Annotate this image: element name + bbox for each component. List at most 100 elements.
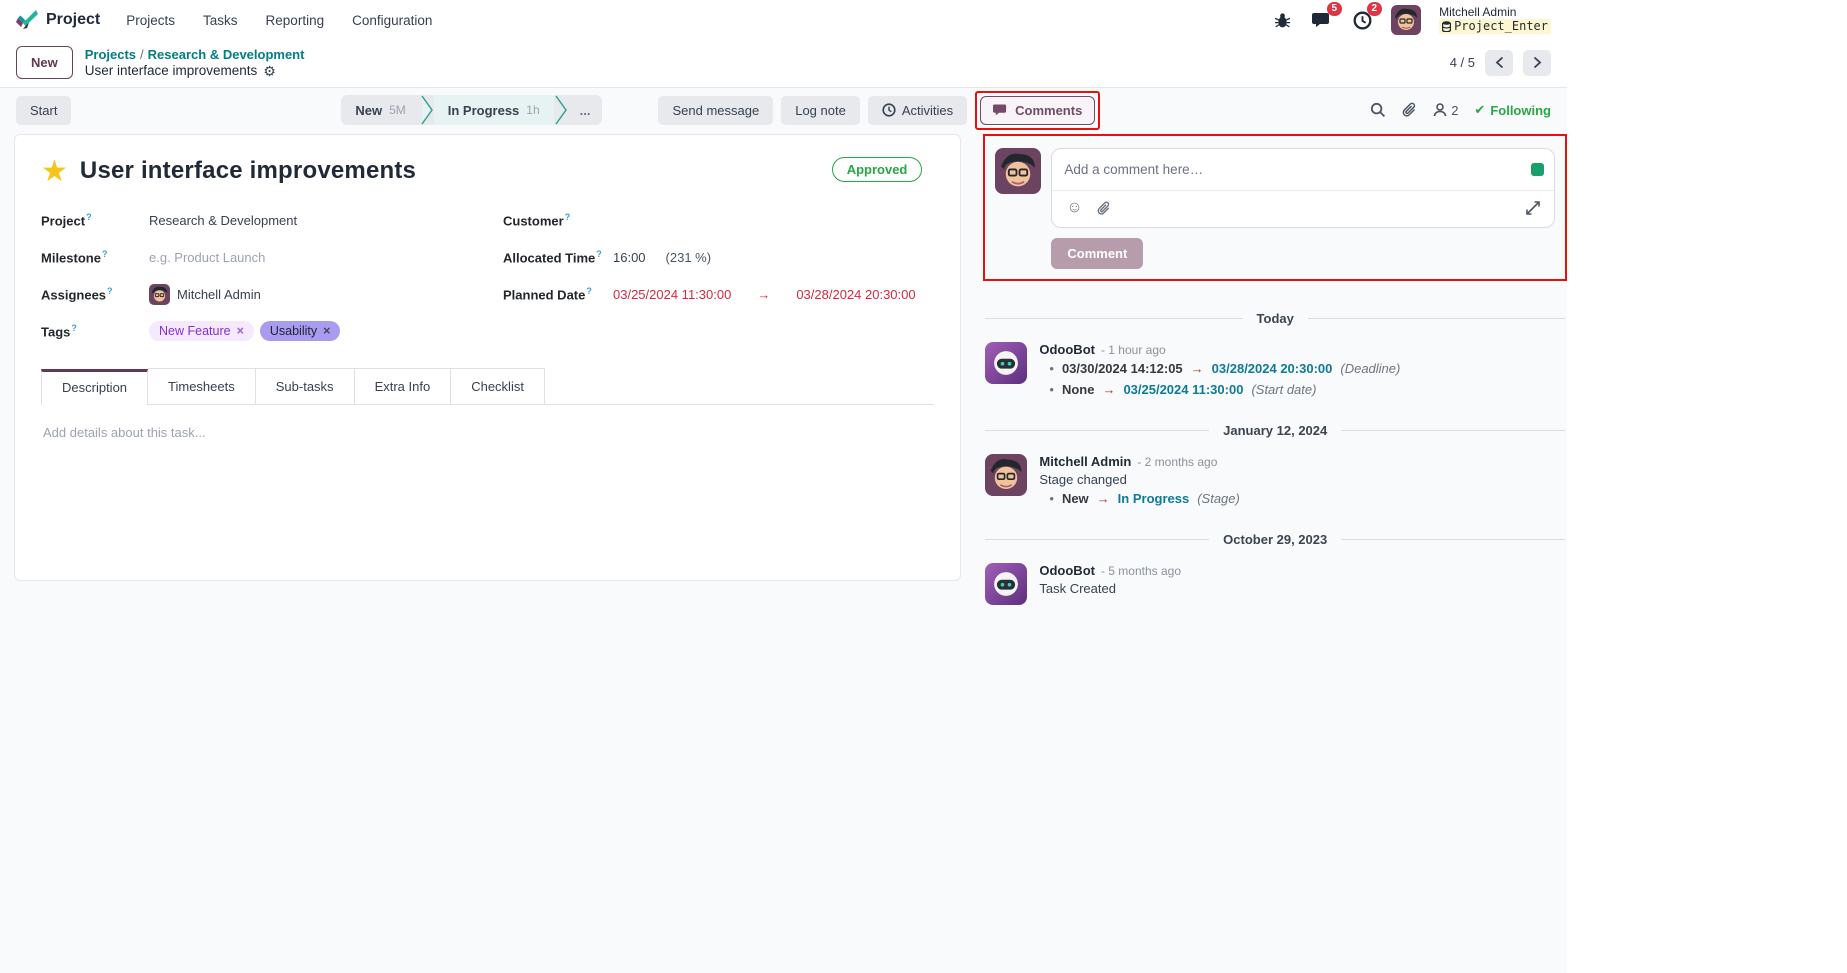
field-project: Project? Research & Development bbox=[41, 209, 503, 231]
emoji-icon[interactable]: ☺ bbox=[1066, 199, 1082, 217]
priority-star-icon[interactable]: ★ bbox=[41, 157, 68, 187]
menu-tasks[interactable]: Tasks bbox=[203, 13, 238, 28]
arrow-right-icon: → bbox=[757, 286, 771, 302]
help-icon: ? bbox=[564, 211, 571, 222]
breadcrumb-bar: New Projects / Research & Development User… bbox=[0, 40, 1567, 88]
send-message-button[interactable]: Send message bbox=[658, 95, 774, 125]
database-name: Project_Enter bbox=[1454, 19, 1548, 33]
annotation-composer-highlight: ☺ Comment bbox=[983, 134, 1567, 281]
help-icon: ? bbox=[101, 248, 108, 259]
breadcrumb-separator: / bbox=[140, 46, 144, 62]
start-timer-button[interactable]: Start bbox=[16, 95, 72, 125]
stage-arrow-icon bbox=[420, 95, 434, 125]
stage-bar: New 5M In Progress 1h ... bbox=[341, 95, 603, 125]
pager-next-button[interactable] bbox=[1523, 49, 1551, 76]
milestone-input[interactable]: e.g. Product Launch bbox=[149, 250, 265, 265]
field-allocated-time: Allocated Time? 16:00 (231 %) bbox=[503, 246, 934, 268]
attachments-icon[interactable] bbox=[1402, 102, 1417, 118]
allocated-time-value[interactable]: 16:00 bbox=[613, 250, 646, 265]
assignee-chip[interactable]: Mitchell Admin bbox=[149, 283, 261, 305]
expand-composer-icon[interactable] bbox=[1526, 201, 1540, 215]
breadcrumb: Projects / Research & Development User int… bbox=[85, 47, 305, 79]
following-button[interactable]: ✔ Following bbox=[1474, 102, 1551, 118]
comment-input[interactable] bbox=[1052, 149, 1531, 190]
message-author[interactable]: Mitchell Admin bbox=[1039, 454, 1131, 469]
tab-sub-tasks[interactable]: Sub-tasks bbox=[255, 368, 355, 404]
activities-clock-icon[interactable]: 2 bbox=[1351, 2, 1383, 31]
project-value[interactable]: Research & Development bbox=[149, 213, 297, 228]
debug-bug-icon[interactable] bbox=[1271, 9, 1293, 31]
stage-in-progress[interactable]: In Progress 1h bbox=[433, 95, 554, 125]
gear-icon[interactable]: ⚙ bbox=[263, 63, 276, 79]
tab-checklist[interactable]: Checklist bbox=[451, 368, 545, 404]
pager-previous-button[interactable] bbox=[1485, 49, 1513, 76]
help-icon: ? bbox=[596, 248, 602, 259]
field-planned-date: Planned Date? 03/25/2024 11:30:00 → 03/2… bbox=[503, 283, 934, 305]
activities-count-badge: 2 bbox=[1366, 2, 1383, 16]
tags-label: Tags? bbox=[41, 322, 77, 340]
task-title[interactable]: User interface improvements bbox=[80, 157, 416, 185]
tracking-change: • 03/30/2024 14:12:05 → 03/28/2024 20:30… bbox=[1049, 361, 1401, 376]
milestone-label: Milestone? bbox=[41, 248, 108, 266]
notebook-tabs: Description Timesheets Sub-tasks Extra I… bbox=[41, 368, 935, 405]
message-author[interactable]: OdooBot bbox=[1039, 342, 1095, 357]
message-body: Stage changed bbox=[1039, 472, 1127, 487]
app-window: Project Projects Tasks Reporting Configu… bbox=[0, 0, 1567, 973]
user-avatar[interactable] bbox=[1391, 5, 1422, 35]
arrow-right-icon: → bbox=[1190, 361, 1204, 376]
message-time: - 2 months ago bbox=[1137, 455, 1218, 469]
tab-extra-info[interactable]: Extra Info bbox=[354, 368, 452, 404]
log-note-button[interactable]: Log note bbox=[781, 95, 860, 125]
check-icon: ✔ bbox=[1474, 102, 1486, 117]
field-milestone: Milestone? e.g. Product Launch bbox=[41, 246, 503, 268]
breadcrumb-current-title: User interface improvements bbox=[84, 62, 258, 78]
activities-button[interactable]: Activities bbox=[867, 95, 968, 125]
attach-file-icon[interactable] bbox=[1097, 201, 1111, 216]
user-menu[interactable]: Mitchell Admin Project_Enter bbox=[1439, 6, 1551, 34]
breadcrumb-projects-link[interactable]: Projects bbox=[85, 47, 136, 62]
message-author[interactable]: OdooBot bbox=[1039, 563, 1095, 578]
planned-date-end[interactable]: 03/28/2024 20:30:00 bbox=[796, 287, 915, 302]
odoobot-avatar bbox=[985, 563, 1028, 605]
assignees-label: Assignees? bbox=[41, 285, 113, 303]
date-divider: Today bbox=[985, 311, 1566, 326]
new-button[interactable]: New bbox=[16, 46, 73, 79]
stage-new[interactable]: New 5M bbox=[341, 95, 419, 125]
help-icon: ? bbox=[107, 285, 113, 296]
mitchell-avatar bbox=[985, 454, 1028, 496]
odoobot-avatar bbox=[985, 342, 1028, 384]
message-time: - 5 months ago bbox=[1100, 564, 1182, 578]
messages-icon[interactable]: 5 bbox=[1311, 2, 1343, 31]
menu-configuration[interactable]: Configuration bbox=[352, 13, 432, 28]
search-messages-icon[interactable] bbox=[1370, 102, 1386, 118]
date-divider-label: Today bbox=[1256, 311, 1294, 326]
planned-date-start[interactable]: 03/25/2024 11:30:00 bbox=[613, 287, 731, 302]
tab-timesheets[interactable]: Timesheets bbox=[148, 368, 256, 404]
messages-count-badge: 5 bbox=[1326, 2, 1343, 16]
tag-remove-icon[interactable]: × bbox=[323, 324, 330, 338]
stage-new-duration: 5M bbox=[389, 103, 406, 117]
followers-count: 2 bbox=[1451, 102, 1459, 118]
help-icon: ? bbox=[586, 285, 592, 296]
message-body: Task Created bbox=[1039, 581, 1116, 596]
project-label: Project? bbox=[41, 211, 92, 229]
submit-comment-button[interactable]: Comment bbox=[1051, 238, 1144, 269]
main-menu: Projects Tasks Reporting Configuration bbox=[126, 13, 432, 28]
app-title[interactable]: Project bbox=[46, 11, 100, 29]
odoo-logo-icon[interactable] bbox=[16, 10, 38, 30]
breadcrumb-parent-link[interactable]: Research & Development bbox=[148, 47, 305, 62]
composer-avatar bbox=[995, 148, 1042, 194]
tag-new-feature[interactable]: New Feature × bbox=[149, 321, 254, 341]
description-input[interactable] bbox=[43, 425, 933, 575]
stage-more-button[interactable]: ... bbox=[568, 95, 603, 125]
menu-reporting[interactable]: Reporting bbox=[266, 13, 325, 28]
comments-button[interactable]: Comments bbox=[980, 95, 1096, 125]
menu-projects[interactable]: Projects bbox=[126, 13, 175, 28]
message-mitchell-stage: Mitchell Admin - 2 months ago Stage chan… bbox=[985, 454, 1565, 506]
message-odoobot-created: OdooBot - 5 months ago Task Created bbox=[985, 563, 1565, 605]
tab-description[interactable]: Description bbox=[41, 369, 149, 405]
followers-button[interactable]: 2 bbox=[1433, 103, 1458, 118]
tag-usability[interactable]: Usability × bbox=[259, 321, 341, 341]
tag-remove-icon[interactable]: × bbox=[237, 324, 244, 338]
top-navbar: Project Projects Tasks Reporting Configu… bbox=[0, 0, 1567, 40]
